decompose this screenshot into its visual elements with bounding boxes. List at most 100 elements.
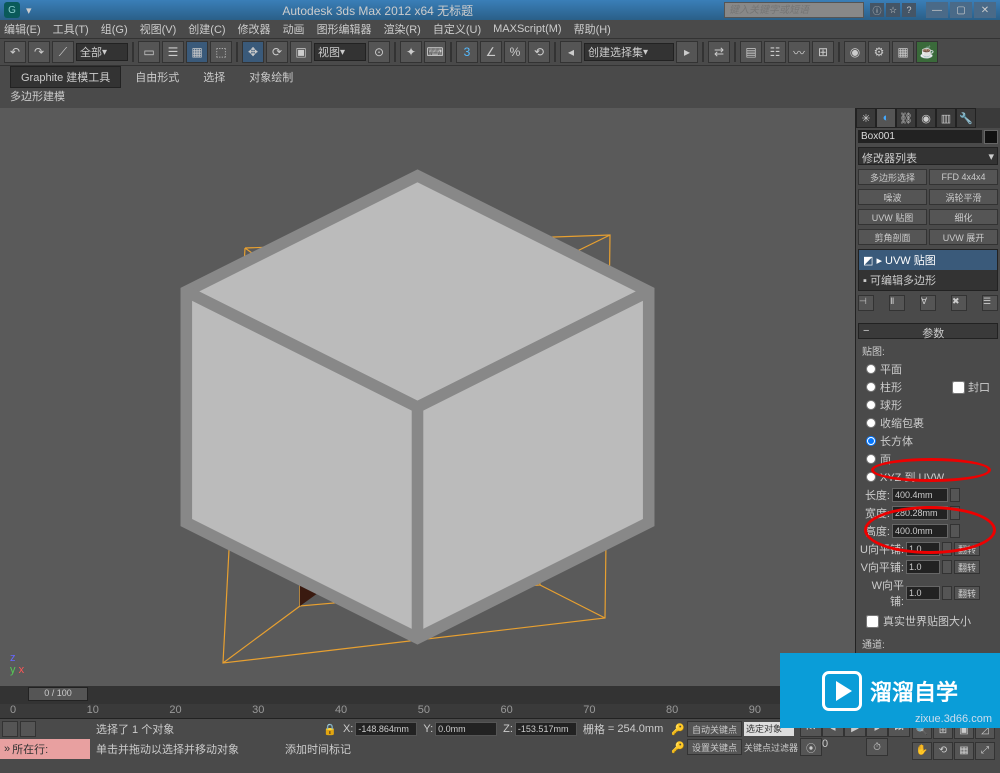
infocenter-icon[interactable]: ⓘ (870, 3, 884, 17)
current-frame-field[interactable]: 0 (822, 738, 866, 756)
pan-button[interactable]: ✋ (912, 742, 932, 760)
params-rollout-header[interactable]: −参数 (858, 323, 998, 339)
material-editor-button[interactable]: ◉ (844, 41, 866, 63)
render-setup-button[interactable]: ⚙ (868, 41, 890, 63)
z-coord-field[interactable]: -153.517mm (515, 722, 577, 736)
selection-filter[interactable]: 全部 ▾ (76, 43, 128, 61)
help-search-input[interactable] (724, 2, 864, 18)
map-planar-radio[interactable] (866, 364, 876, 374)
modifier-stack[interactable]: ◩ ▸ UVW 贴图 ▪ 可编辑多边形 (858, 249, 998, 291)
snap-toggle-3-button[interactable]: 3 (456, 41, 478, 63)
viewcube[interactable] (0, 118, 845, 686)
pivot-button[interactable]: ⊙ (368, 41, 390, 63)
menu-modifiers[interactable]: 修改器 (238, 21, 271, 37)
menu-help[interactable]: 帮助(H) (574, 21, 611, 37)
ref-coord-system[interactable]: 视图 ▾ (314, 43, 366, 61)
mirror-button[interactable]: ⇄ (708, 41, 730, 63)
window-crossing-button[interactable]: ⬚ (210, 41, 232, 63)
map-sph-radio[interactable] (866, 400, 876, 410)
make-unique-button[interactable]: ∀ (920, 295, 936, 311)
pin-stack-button[interactable]: ⊣ (858, 295, 874, 311)
minimize-button[interactable]: — (926, 2, 948, 18)
key-icon[interactable]: 🔑 (671, 723, 685, 736)
viewport[interactable]: y x z y x (0, 108, 855, 686)
modbtn-chamfer[interactable]: 剪角剖面 (858, 229, 927, 245)
x-coord-field[interactable]: -148.864mm (355, 722, 417, 736)
modbtn-noise[interactable]: 噪波 (858, 189, 927, 205)
menu-create[interactable]: 创建(C) (188, 21, 225, 37)
remove-mod-button[interactable]: ✖ (951, 295, 967, 311)
height-spinner-buttons[interactable] (950, 524, 960, 538)
orbit-button[interactable]: ⟲ (933, 742, 953, 760)
modbtn-uvwmap[interactable]: UVW 贴图 (858, 209, 927, 225)
rotate-button[interactable]: ⟳ (266, 41, 288, 63)
wflip-button[interactable]: 翻转 (954, 586, 980, 600)
object-name-field[interactable]: Box001 (858, 130, 982, 143)
menu-render[interactable]: 渲染(R) (384, 21, 421, 37)
vtile-spinner[interactable]: 1.0 (906, 560, 940, 574)
height-spinner[interactable]: 400.0mm (892, 524, 948, 538)
utile-spinner[interactable]: 1.0 (906, 542, 940, 556)
width-spinner-buttons[interactable] (950, 506, 960, 520)
script-listener-button[interactable] (2, 721, 18, 737)
named-selection-set[interactable]: 创建选择集 ▾ (584, 43, 674, 61)
modbtn-unwrap[interactable]: UVW 展开 (929, 229, 998, 245)
key-mode-button[interactable]: ⦿ (800, 738, 822, 756)
select-name-button[interactable]: ☰ (162, 41, 184, 63)
modifier-list-dropdown[interactable]: 修改器列表▾ (858, 147, 998, 165)
setkey-button[interactable]: 设置关键点 (687, 739, 742, 755)
percent-snap-button[interactable]: % (504, 41, 526, 63)
ribbon-tab-paint[interactable]: 对象绘制 (239, 67, 303, 87)
modbtn-polyselect[interactable]: 多边形选择 (858, 169, 927, 185)
communication-icon[interactable]: ☆ (886, 3, 900, 17)
curve-editor-button[interactable]: 〰 (788, 41, 810, 63)
map-face-radio[interactable] (866, 454, 876, 464)
modify-tab[interactable]: ◐ (876, 108, 896, 128)
realworld-checkbox[interactable] (866, 615, 879, 628)
wtile-spinner[interactable]: 1.0 (906, 586, 940, 600)
create-tab[interactable]: ✳ (856, 108, 876, 128)
width-spinner[interactable]: 280.28mm (892, 506, 948, 520)
named-sel-prev-button[interactable]: ◂ (560, 41, 582, 63)
spinner-snap-button[interactable]: ⟲ (528, 41, 550, 63)
map-shrink-radio[interactable] (866, 418, 876, 428)
y-coord-field[interactable]: 0.0mm (435, 722, 497, 736)
map-cyl-radio[interactable] (866, 382, 876, 392)
manipulate-button[interactable]: ✦ (400, 41, 422, 63)
menu-view[interactable]: 视图(V) (140, 21, 177, 37)
keyboard-button[interactable]: ⌨ (424, 41, 446, 63)
length-spinner-buttons[interactable] (950, 488, 960, 502)
script-editor-button[interactable] (20, 721, 36, 737)
map-xyz-radio[interactable] (866, 472, 876, 482)
angle-snap-button[interactable]: ∠ (480, 41, 502, 63)
close-button[interactable]: ✕ (974, 2, 996, 18)
menu-animation[interactable]: 动画 (283, 21, 305, 37)
menu-tools[interactable]: 工具(T) (53, 21, 89, 37)
autokey-button[interactable]: 自动关键点 (687, 721, 742, 737)
named-sel-next-button[interactable]: ▸ (676, 41, 698, 63)
setkey-icon[interactable]: 🔑 (671, 741, 685, 754)
modbtn-tessellate[interactable]: 细化 (929, 209, 998, 225)
menu-edit[interactable]: 编辑(E) (4, 21, 41, 37)
select-region-button[interactable]: ▦ (186, 41, 208, 63)
length-spinner[interactable]: 400.4mm (892, 488, 948, 502)
maxscript-mini-listener[interactable]: »所在行: (0, 739, 90, 759)
lock-icon[interactable]: 🔒 (323, 723, 337, 736)
configure-sets-button[interactable]: ☰ (982, 295, 998, 311)
align-button[interactable]: ▤ (740, 41, 762, 63)
ribbon-tab-modeling[interactable]: Graphite 建模工具 (10, 66, 121, 88)
keyfilter-button[interactable]: 关键点过滤器 (744, 741, 798, 754)
layers-button[interactable]: ☷ (764, 41, 786, 63)
menu-maxscript[interactable]: MAXScript(M) (493, 23, 561, 35)
menu-customize[interactable]: 自定义(U) (433, 21, 481, 37)
rendered-frame-button[interactable]: ▦ (892, 41, 914, 63)
map-box-radio[interactable] (866, 436, 876, 446)
time-config-button[interactable]: ⏱ (866, 738, 888, 756)
time-tag-button[interactable]: 添加时间标记 (285, 741, 351, 757)
undo-button[interactable]: ↶ (4, 41, 26, 63)
uflip-button[interactable]: 翻转 (954, 542, 980, 556)
cap-checkbox[interactable] (952, 381, 965, 394)
time-slider-thumb[interactable]: 0 / 100 (28, 687, 88, 701)
display-tab[interactable]: ▥ (936, 108, 956, 128)
ribbon-tab-freeform[interactable]: 自由形式 (125, 67, 189, 87)
